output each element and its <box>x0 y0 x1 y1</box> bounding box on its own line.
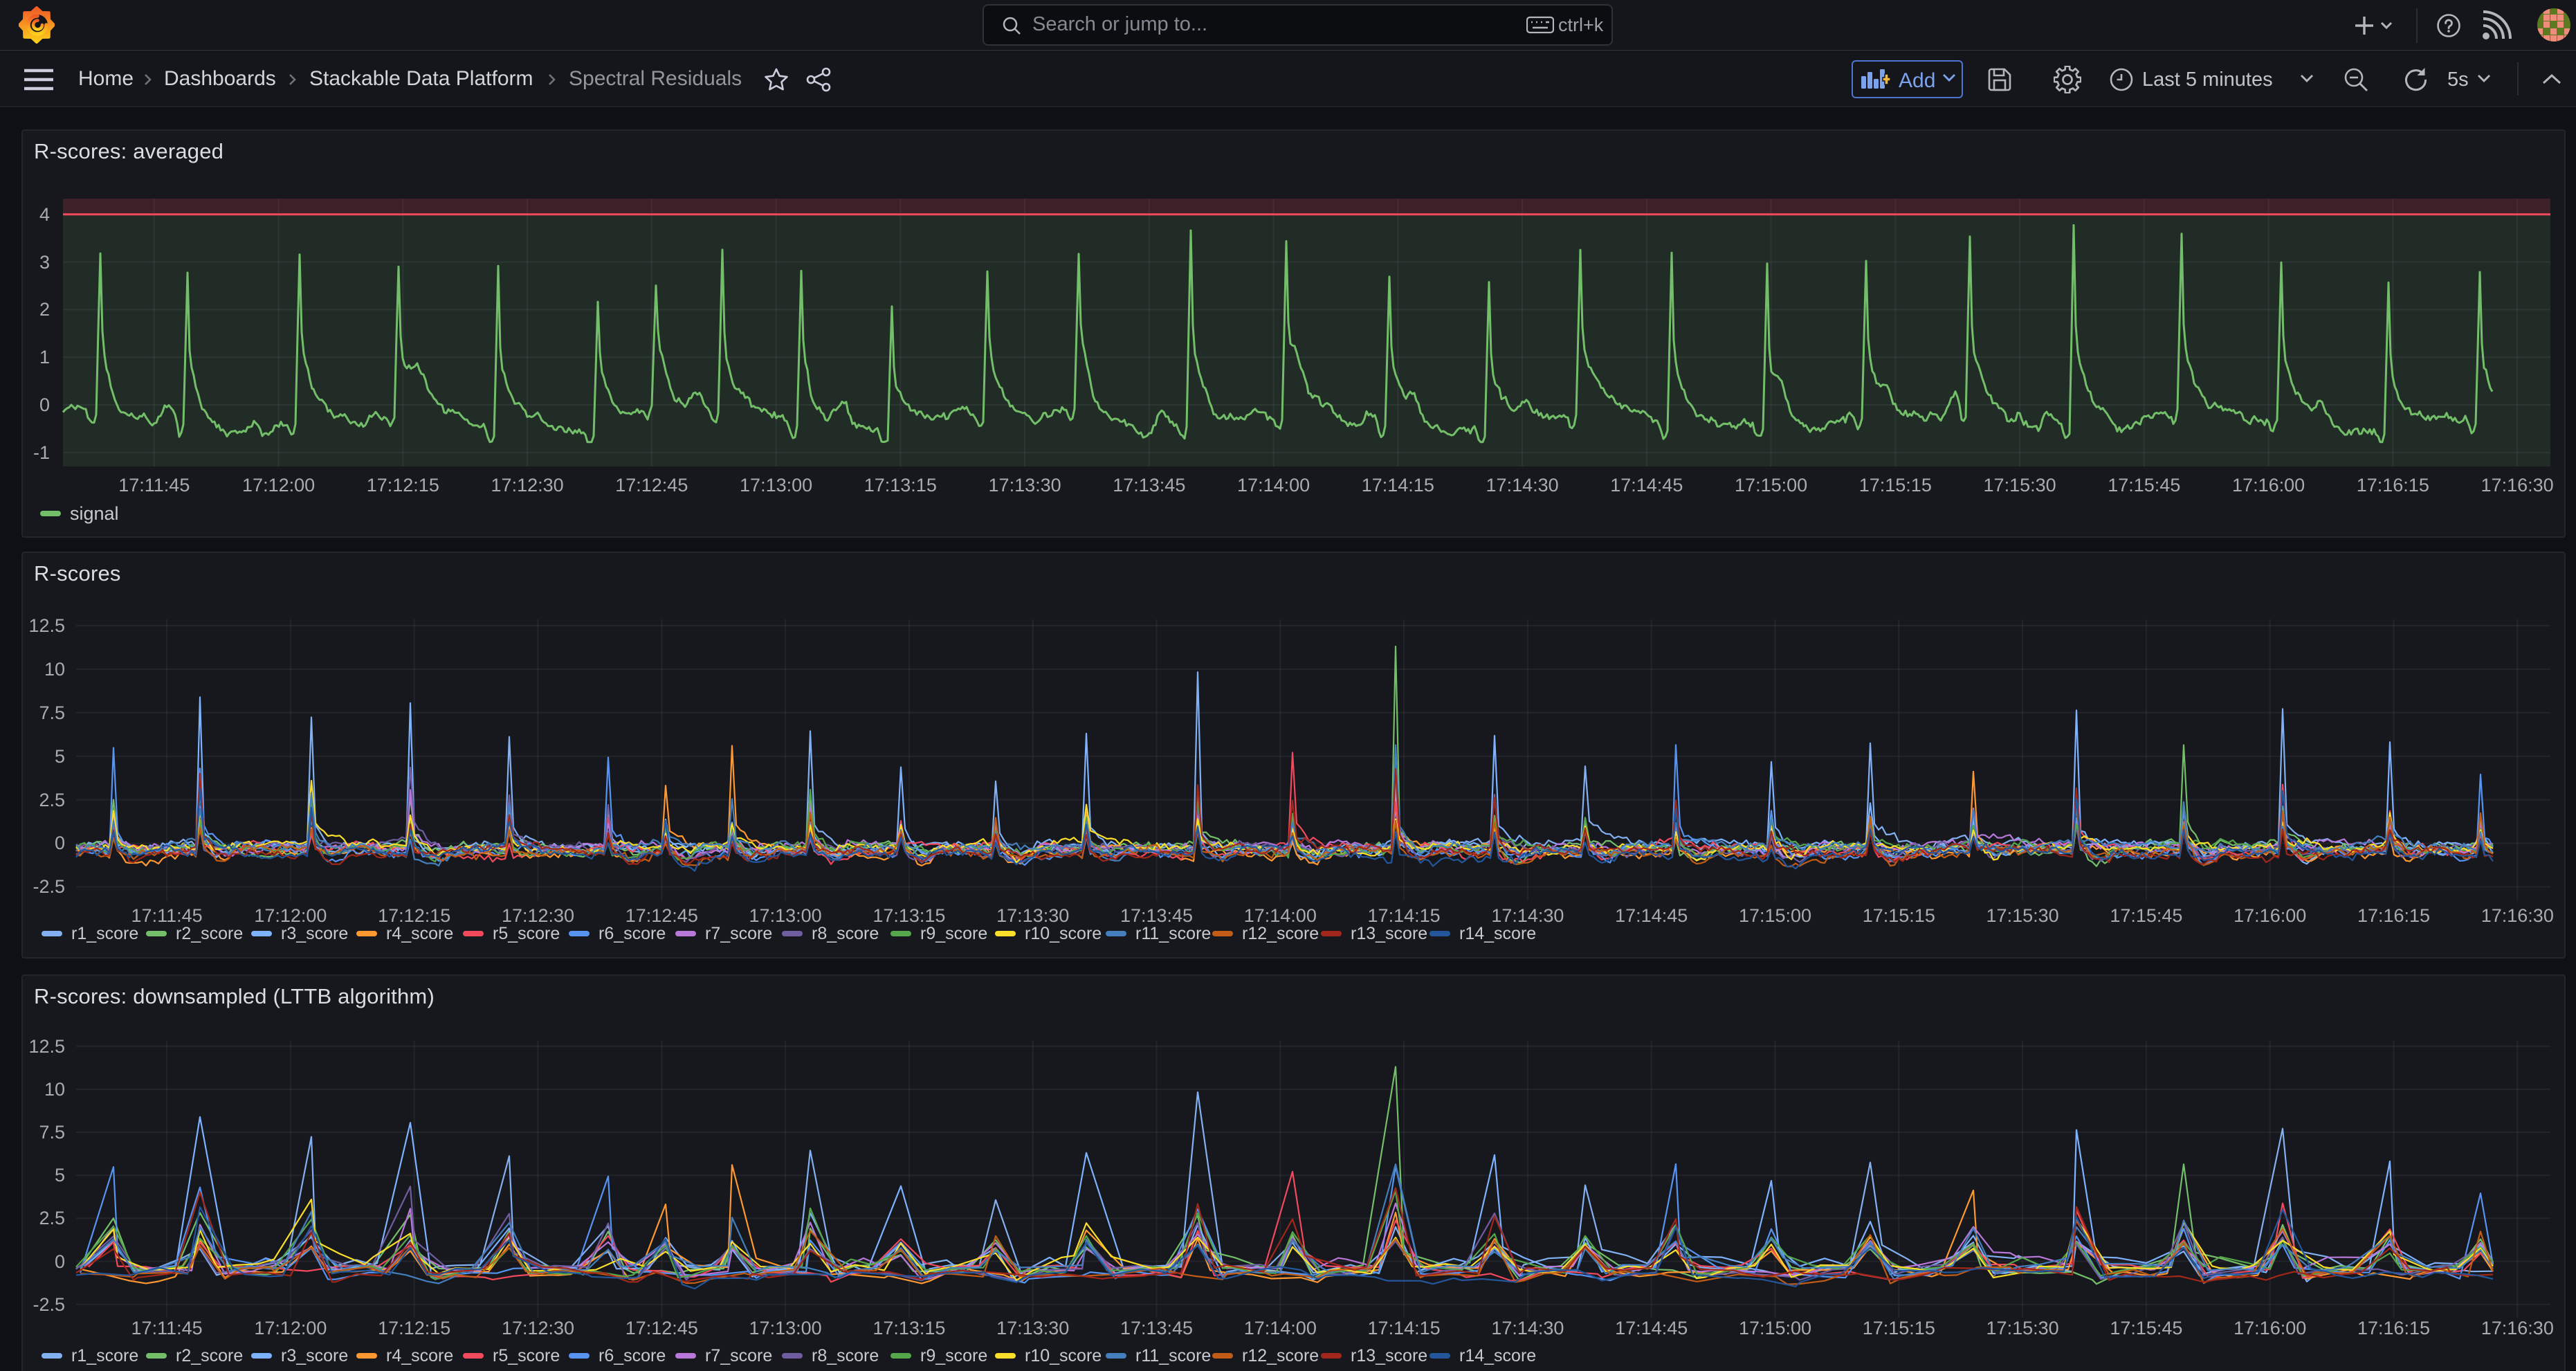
svg-text:17:14:30: 17:14:30 <box>1486 475 1559 496</box>
svg-text:17:15:15: 17:15:15 <box>1859 475 1932 496</box>
svg-text:17:14:00: 17:14:00 <box>1244 1318 1317 1338</box>
svg-text:17:15:00: 17:15:00 <box>1739 905 1811 926</box>
svg-text:17:12:45: 17:12:45 <box>625 1318 698 1338</box>
svg-text:17:14:45: 17:14:45 <box>1610 475 1683 496</box>
svg-text:-1: -1 <box>33 442 50 463</box>
svg-text:17:13:30: 17:13:30 <box>989 475 1061 496</box>
svg-text:17:14:15: 17:14:15 <box>1368 1318 1441 1338</box>
svg-text:17:11:45: 17:11:45 <box>131 1318 203 1338</box>
svg-text:17:16:15: 17:16:15 <box>2357 905 2430 926</box>
svg-text:2.5: 2.5 <box>39 790 65 810</box>
svg-text:17:14:45: 17:14:45 <box>1615 1318 1688 1338</box>
svg-text:17:15:15: 17:15:15 <box>1863 905 1935 926</box>
svg-text:17:14:30: 17:14:30 <box>1491 1318 1564 1338</box>
svg-text:17:15:45: 17:15:45 <box>2110 905 2182 926</box>
svg-text:17:12:30: 17:12:30 <box>502 1318 574 1338</box>
svg-text:2: 2 <box>39 299 50 320</box>
svg-text:1: 1 <box>39 347 50 367</box>
svg-text:17:14:45: 17:14:45 <box>1615 905 1688 926</box>
svg-text:10: 10 <box>44 1079 65 1100</box>
svg-text:4: 4 <box>39 204 50 225</box>
svg-text:17:12:15: 17:12:15 <box>378 1318 450 1338</box>
svg-text:0: 0 <box>55 833 65 853</box>
svg-text:17:16:00: 17:16:00 <box>2234 1318 2306 1338</box>
svg-text:10: 10 <box>44 659 65 680</box>
svg-text:17:13:15: 17:13:15 <box>864 475 937 496</box>
svg-text:0: 0 <box>55 1251 65 1272</box>
svg-text:17:13:00: 17:13:00 <box>749 1318 822 1338</box>
svg-text:17:15:00: 17:15:00 <box>1735 475 1807 496</box>
svg-text:17:12:30: 17:12:30 <box>491 475 564 496</box>
svg-text:17:13:00: 17:13:00 <box>740 475 812 496</box>
svg-text:7.5: 7.5 <box>39 702 65 723</box>
svg-text:17:14:00: 17:14:00 <box>1237 475 1310 496</box>
svg-text:17:15:30: 17:15:30 <box>1986 1318 2059 1338</box>
svg-text:17:16:00: 17:16:00 <box>2232 475 2305 496</box>
svg-text:17:16:30: 17:16:30 <box>2481 905 2554 926</box>
svg-text:0: 0 <box>39 394 50 415</box>
svg-text:17:12:00: 17:12:00 <box>254 1318 327 1338</box>
svg-text:17:13:30: 17:13:30 <box>996 1318 1069 1338</box>
svg-text:12.5: 12.5 <box>28 615 65 636</box>
svg-text:17:15:00: 17:15:00 <box>1739 1318 1811 1338</box>
svg-text:2.5: 2.5 <box>39 1208 65 1228</box>
svg-text:-2.5: -2.5 <box>33 1294 65 1315</box>
svg-text:17:15:45: 17:15:45 <box>2108 475 2180 496</box>
svg-text:17:16:15: 17:16:15 <box>2357 475 2429 496</box>
svg-text:17:12:00: 17:12:00 <box>242 475 315 496</box>
svg-text:17:15:15: 17:15:15 <box>1863 1318 1935 1338</box>
svg-text:17:15:30: 17:15:30 <box>1984 475 2056 496</box>
svg-text:17:12:15: 17:12:15 <box>367 475 439 496</box>
svg-text:17:15:30: 17:15:30 <box>1986 905 2059 926</box>
svg-text:17:15:45: 17:15:45 <box>2110 1318 2182 1338</box>
svg-text:17:12:45: 17:12:45 <box>615 475 688 496</box>
svg-text:17:13:45: 17:13:45 <box>1113 475 1185 496</box>
svg-text:17:16:15: 17:16:15 <box>2357 1318 2430 1338</box>
svg-text:17:16:30: 17:16:30 <box>2481 1318 2554 1338</box>
svg-text:7.5: 7.5 <box>39 1122 65 1143</box>
svg-text:17:16:00: 17:16:00 <box>2234 905 2306 926</box>
svg-text:3: 3 <box>39 252 50 273</box>
svg-text:17:11:45: 17:11:45 <box>118 475 190 496</box>
svg-text:-2.5: -2.5 <box>33 876 65 897</box>
svg-text:17:13:15: 17:13:15 <box>873 1318 945 1338</box>
svg-text:17:13:45: 17:13:45 <box>1120 1318 1193 1338</box>
svg-text:5: 5 <box>55 1165 65 1186</box>
svg-text:17:14:15: 17:14:15 <box>1362 475 1434 496</box>
svg-text:5: 5 <box>55 746 65 767</box>
svg-text:17:16:30: 17:16:30 <box>2481 475 2554 496</box>
svg-text:12.5: 12.5 <box>28 1036 65 1057</box>
